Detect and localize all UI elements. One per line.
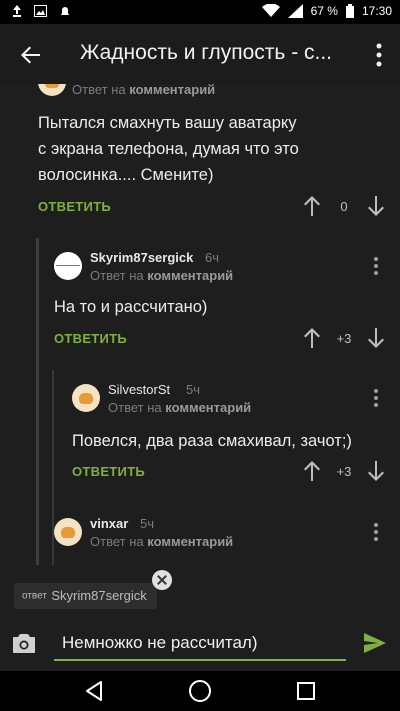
comment-text: На то и рассчитано) <box>54 298 208 316</box>
avatar[interactable] <box>54 252 82 280</box>
comment-text: Пытался смахнуть вашу аватарку с экрана … <box>38 114 299 184</box>
comment-time: 6ч <box>205 250 220 265</box>
upvote-arrow-icon[interactable] <box>304 196 320 216</box>
notification-icon <box>61 7 69 15</box>
downvote-arrow-icon[interactable] <box>368 196 384 216</box>
reply-to-label: Ответ на комментарий <box>108 400 252 415</box>
downvote-arrow-icon[interactable] <box>368 328 384 348</box>
send-icon[interactable] <box>364 633 386 653</box>
nav-back-icon[interactable] <box>83 680 105 702</box>
more-vert-icon[interactable] <box>374 42 384 68</box>
avatar[interactable] <box>54 518 82 546</box>
comment-input[interactable] <box>54 627 346 659</box>
comment-input-bar <box>0 619 400 671</box>
clock: 17:30 <box>361 4 392 18</box>
comments-list[interactable]: Ответ на комментарий Пытался смахнуть ва… <box>0 84 400 565</box>
avatar[interactable] <box>72 384 100 412</box>
app-bar: Жадность и глупость - с... <box>0 24 400 84</box>
comment-menu-icon[interactable] <box>373 522 379 542</box>
reply-context-bar: ответ Skyrim87sergick <box>0 565 400 619</box>
page-title: Жадность и глупость - с... <box>80 41 333 64</box>
comment-username[interactable]: vinxar <box>90 516 128 531</box>
comment-menu-icon[interactable] <box>373 388 379 408</box>
comment-menu-icon[interactable] <box>373 84 379 96</box>
reply-button[interactable]: ОТВЕТИТЬ <box>38 199 111 214</box>
comment-time: 5ч <box>186 382 201 397</box>
downvote-arrow-icon[interactable] <box>368 461 384 481</box>
comment-menu-icon[interactable] <box>373 256 379 276</box>
battery-icon <box>345 4 354 18</box>
back-arrow-icon[interactable] <box>18 42 44 68</box>
comment-input-wrapper <box>54 627 346 661</box>
comment-username[interactable]: SilvestorSt <box>108 382 170 397</box>
reply-chip-label: ответ <box>22 590 47 602</box>
image-icon <box>34 5 47 17</box>
battery-level: 67 % <box>310 4 338 18</box>
thread-line <box>36 238 39 565</box>
comment-score: 0 <box>340 199 348 214</box>
signal-icon <box>287 4 303 18</box>
nav-recents-icon[interactable] <box>297 682 315 700</box>
close-reply-icon[interactable] <box>152 570 172 590</box>
avatar[interactable] <box>38 84 66 96</box>
comment-username[interactable]: Skyrim87sergick <box>90 250 193 265</box>
status-bar: 67 % 17:30 <box>0 0 400 24</box>
system-nav-bar <box>0 671 400 711</box>
wifi-icon <box>261 4 280 17</box>
comment-text: Повелся, два раза смахивал, зачот;) <box>72 432 352 450</box>
reply-button[interactable]: ОТВЕТИТЬ <box>72 464 145 479</box>
reply-to-label: Ответ на комментарий <box>90 534 234 549</box>
reply-chip-username: Skyrim87sergick <box>51 588 147 603</box>
upload-icon <box>13 5 21 17</box>
comment-time: 5ч <box>140 516 155 531</box>
reply-to-label: Ответ на комментарий <box>90 268 234 283</box>
camera-icon[interactable] <box>13 633 35 653</box>
nav-home-icon[interactable] <box>189 680 211 702</box>
reply-chip[interactable]: ответ Skyrim87sergick <box>14 583 157 609</box>
comment-score: +3 <box>336 331 352 346</box>
reply-to-label: Ответ на комментарий <box>72 84 216 97</box>
upvote-arrow-icon[interactable] <box>304 461 320 481</box>
upvote-arrow-icon[interactable] <box>304 328 320 348</box>
comment-score: +3 <box>336 464 352 479</box>
reply-button[interactable]: ОТВЕТИТЬ <box>54 331 127 346</box>
